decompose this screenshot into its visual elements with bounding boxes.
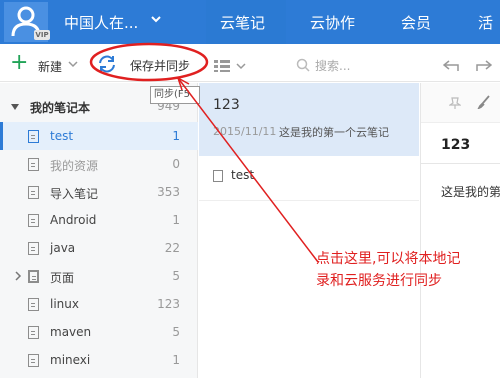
annotation-line: 点击这里,可以将本地记 bbox=[316, 251, 461, 267]
annotation-text: 点击这里,可以将本地记 录和云服务进行同步 bbox=[316, 248, 500, 292]
chevron-down-icon[interactable] bbox=[68, 60, 78, 68]
tab-activity[interactable]: 活 bbox=[478, 12, 493, 33]
note-title: test bbox=[231, 168, 255, 182]
editor-body[interactable]: 这是我的第 bbox=[441, 183, 500, 200]
chevron-down-icon[interactable] bbox=[236, 62, 246, 70]
sidebar-item-label: maven bbox=[50, 325, 92, 339]
note-icon bbox=[213, 170, 223, 182]
new-button[interactable]: 新建 bbox=[38, 58, 62, 75]
notebook-icon bbox=[28, 130, 39, 143]
sidebar-item-label: linux bbox=[50, 297, 79, 311]
notebook-sidebar: 我的笔记本 949 test 1 我的资源 0 导入笔记 353 Android… bbox=[0, 83, 198, 378]
avatar[interactable]: VIP bbox=[4, 2, 50, 42]
sidebar-item-count: 123 bbox=[157, 297, 180, 311]
brush-icon[interactable] bbox=[477, 95, 491, 109]
note-card[interactable]: 123 2015/11/11 这是我的第一个云笔记 bbox=[199, 83, 419, 156]
notebook-icon bbox=[28, 242, 39, 255]
editor-title[interactable]: 123 bbox=[441, 137, 470, 153]
sidebar-item-count: 22 bbox=[164, 241, 180, 255]
notebook-icon bbox=[28, 214, 39, 227]
sidebar-item-label: 页面 bbox=[50, 271, 75, 285]
notebook-icon bbox=[28, 354, 39, 367]
toolbar: + 新建 保存并同步 搜索... bbox=[0, 44, 500, 82]
note-title: 123 bbox=[213, 97, 240, 113]
sync-icon[interactable] bbox=[96, 54, 118, 74]
sidebar-item-count: 5 bbox=[172, 269, 180, 283]
tab-membership[interactable]: 会员 bbox=[401, 12, 431, 33]
notebook-title: 我的笔记本 bbox=[30, 101, 91, 115]
note-card[interactable]: test bbox=[199, 156, 419, 201]
tab-cloud-collab[interactable]: 云协作 bbox=[310, 12, 355, 33]
tab-cloud-notes[interactable]: 云笔记 bbox=[220, 12, 265, 33]
notebook-stack-icon bbox=[28, 270, 39, 283]
sidebar-item-label: java bbox=[50, 241, 76, 255]
vip-badge: VIP bbox=[34, 30, 50, 40]
search-icon[interactable] bbox=[296, 58, 310, 72]
sidebar-item-resources[interactable]: 我的资源 0 bbox=[0, 150, 198, 178]
notebook-icon bbox=[28, 298, 39, 311]
annotation-line: 录和云服务进行同步 bbox=[316, 273, 442, 289]
sidebar-item-label: 导入笔记 bbox=[50, 187, 99, 201]
sidebar-item-count: 1 bbox=[172, 353, 180, 367]
top-bar: VIP 中国人在... 云笔记 云协作 会员 活 bbox=[0, 0, 500, 44]
sidebar-item-count: 5 bbox=[172, 325, 180, 339]
save-and-sync-button[interactable]: 保存并同步 bbox=[130, 57, 190, 74]
sidebar-item-label: minexi bbox=[50, 353, 91, 367]
sidebar-item-imported[interactable]: 导入笔记 353 bbox=[0, 178, 198, 206]
editor-pane: 123 这是我的第 bbox=[420, 83, 500, 378]
sidebar-item-count: 1 bbox=[172, 213, 180, 227]
chevron-right-icon[interactable] bbox=[14, 271, 22, 281]
undo-icon[interactable] bbox=[443, 60, 459, 72]
sidebar-item-count: 1 bbox=[172, 129, 180, 143]
sidebar-item-android[interactable]: Android 1 bbox=[0, 206, 198, 234]
redo-icon[interactable] bbox=[476, 60, 492, 72]
user-name[interactable]: 中国人在... bbox=[64, 12, 138, 33]
sidebar-item-maven[interactable]: maven 5 bbox=[0, 318, 198, 346]
divider bbox=[421, 163, 500, 164]
sidebar-item-test[interactable]: test 1 bbox=[0, 122, 198, 150]
notebook-icon bbox=[28, 158, 39, 171]
list-view-icon[interactable] bbox=[214, 60, 230, 72]
sync-tooltip: 同步(F5 bbox=[150, 86, 200, 104]
sidebar-item-label: 我的资源 bbox=[50, 159, 99, 173]
sidebar-item-count: 353 bbox=[157, 185, 180, 199]
sidebar-item-label: test bbox=[50, 129, 74, 143]
sidebar-item-pages[interactable]: 页面 5 bbox=[0, 262, 198, 290]
note-list: 123 2015/11/11 这是我的第一个云笔记 test bbox=[199, 83, 419, 378]
editor-toolbar bbox=[421, 83, 500, 123]
note-snippet: 这是我的第一个云笔记 bbox=[279, 126, 389, 139]
sidebar-item-minexi[interactable]: minexi 1 bbox=[0, 346, 198, 374]
notebook-icon bbox=[28, 326, 39, 339]
sidebar-item-count: 0 bbox=[172, 157, 180, 171]
sidebar-item-java[interactable]: java 22 bbox=[0, 234, 198, 262]
note-date: 2015/11/11 bbox=[213, 125, 277, 138]
chevron-down-icon[interactable] bbox=[150, 14, 162, 24]
search-input[interactable]: 搜索... bbox=[315, 57, 350, 74]
sidebar-item-linux[interactable]: linux 123 bbox=[0, 290, 198, 318]
plus-icon[interactable]: + bbox=[10, 52, 28, 74]
pin-icon[interactable] bbox=[449, 97, 461, 109]
caret-down-icon[interactable] bbox=[10, 103, 20, 111]
sidebar-item-label: Android bbox=[50, 213, 97, 227]
notebook-icon bbox=[28, 186, 39, 199]
